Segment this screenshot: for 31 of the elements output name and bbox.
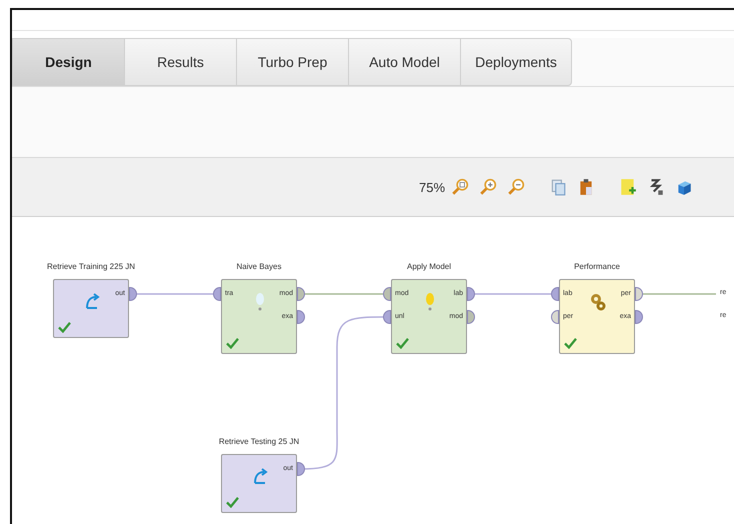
zoom-out-icon[interactable] xyxy=(507,178,526,196)
output-port[interactable] xyxy=(129,287,137,301)
input-port[interactable] xyxy=(383,287,391,301)
operator-name: Performance xyxy=(573,262,621,271)
zoom-fit-icon[interactable] xyxy=(451,178,470,196)
view-tab[interactable]: Auto Model xyxy=(348,38,460,86)
zoom-in-icon[interactable] xyxy=(479,178,498,196)
copy-icon[interactable] xyxy=(549,178,568,196)
output-port[interactable] xyxy=(467,310,475,324)
output-port[interactable] xyxy=(297,310,305,324)
operator-name: Apply Model xyxy=(406,262,452,271)
view-tab[interactable]: Design xyxy=(12,38,124,86)
operator-name: Retrieve Training 225 JN xyxy=(46,262,136,271)
output-port[interactable] xyxy=(467,287,475,301)
gears-icon xyxy=(588,292,608,312)
output-port[interactable] xyxy=(297,287,305,301)
output-port[interactable] xyxy=(635,310,643,324)
output-port[interactable] xyxy=(635,287,643,301)
zoom-level: 75% xyxy=(419,180,446,194)
output-port[interactable] xyxy=(297,462,305,476)
view-tab[interactable]: Deployments xyxy=(460,38,572,86)
operator-name: Naive Bayes xyxy=(236,262,282,271)
view-tab[interactable]: Turbo Prep xyxy=(236,38,348,86)
connector-icon[interactable] xyxy=(647,178,666,196)
input-port[interactable] xyxy=(383,310,391,324)
input-port[interactable] xyxy=(551,310,559,324)
input-port[interactable] xyxy=(213,287,221,301)
operator-name: Retrieve Testing 25 JN xyxy=(218,437,300,446)
add-note-icon[interactable] xyxy=(619,178,638,196)
view-tab[interactable]: Results xyxy=(124,38,236,86)
input-port[interactable] xyxy=(551,287,559,301)
